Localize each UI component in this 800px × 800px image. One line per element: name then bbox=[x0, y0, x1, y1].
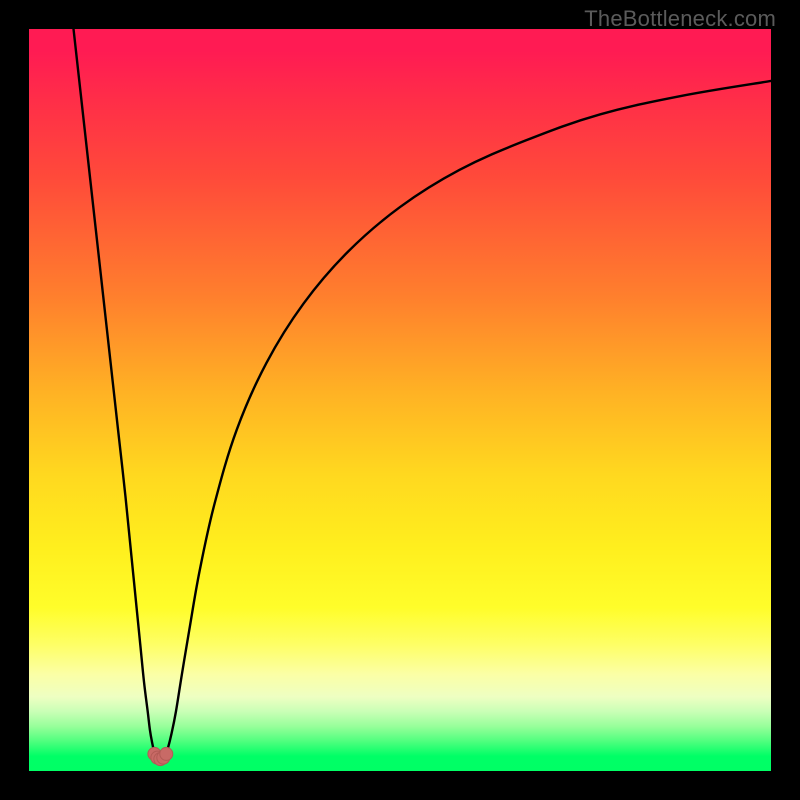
plot-area bbox=[29, 29, 771, 771]
marker-dot bbox=[160, 747, 173, 760]
chart-container: TheBottleneck.com bbox=[0, 0, 800, 800]
curve-layer bbox=[29, 29, 771, 771]
marker-cluster bbox=[148, 747, 173, 765]
watermark-text: TheBottleneck.com bbox=[584, 6, 776, 32]
curve-right-branch bbox=[165, 81, 771, 758]
curve-left-branch bbox=[74, 29, 157, 758]
